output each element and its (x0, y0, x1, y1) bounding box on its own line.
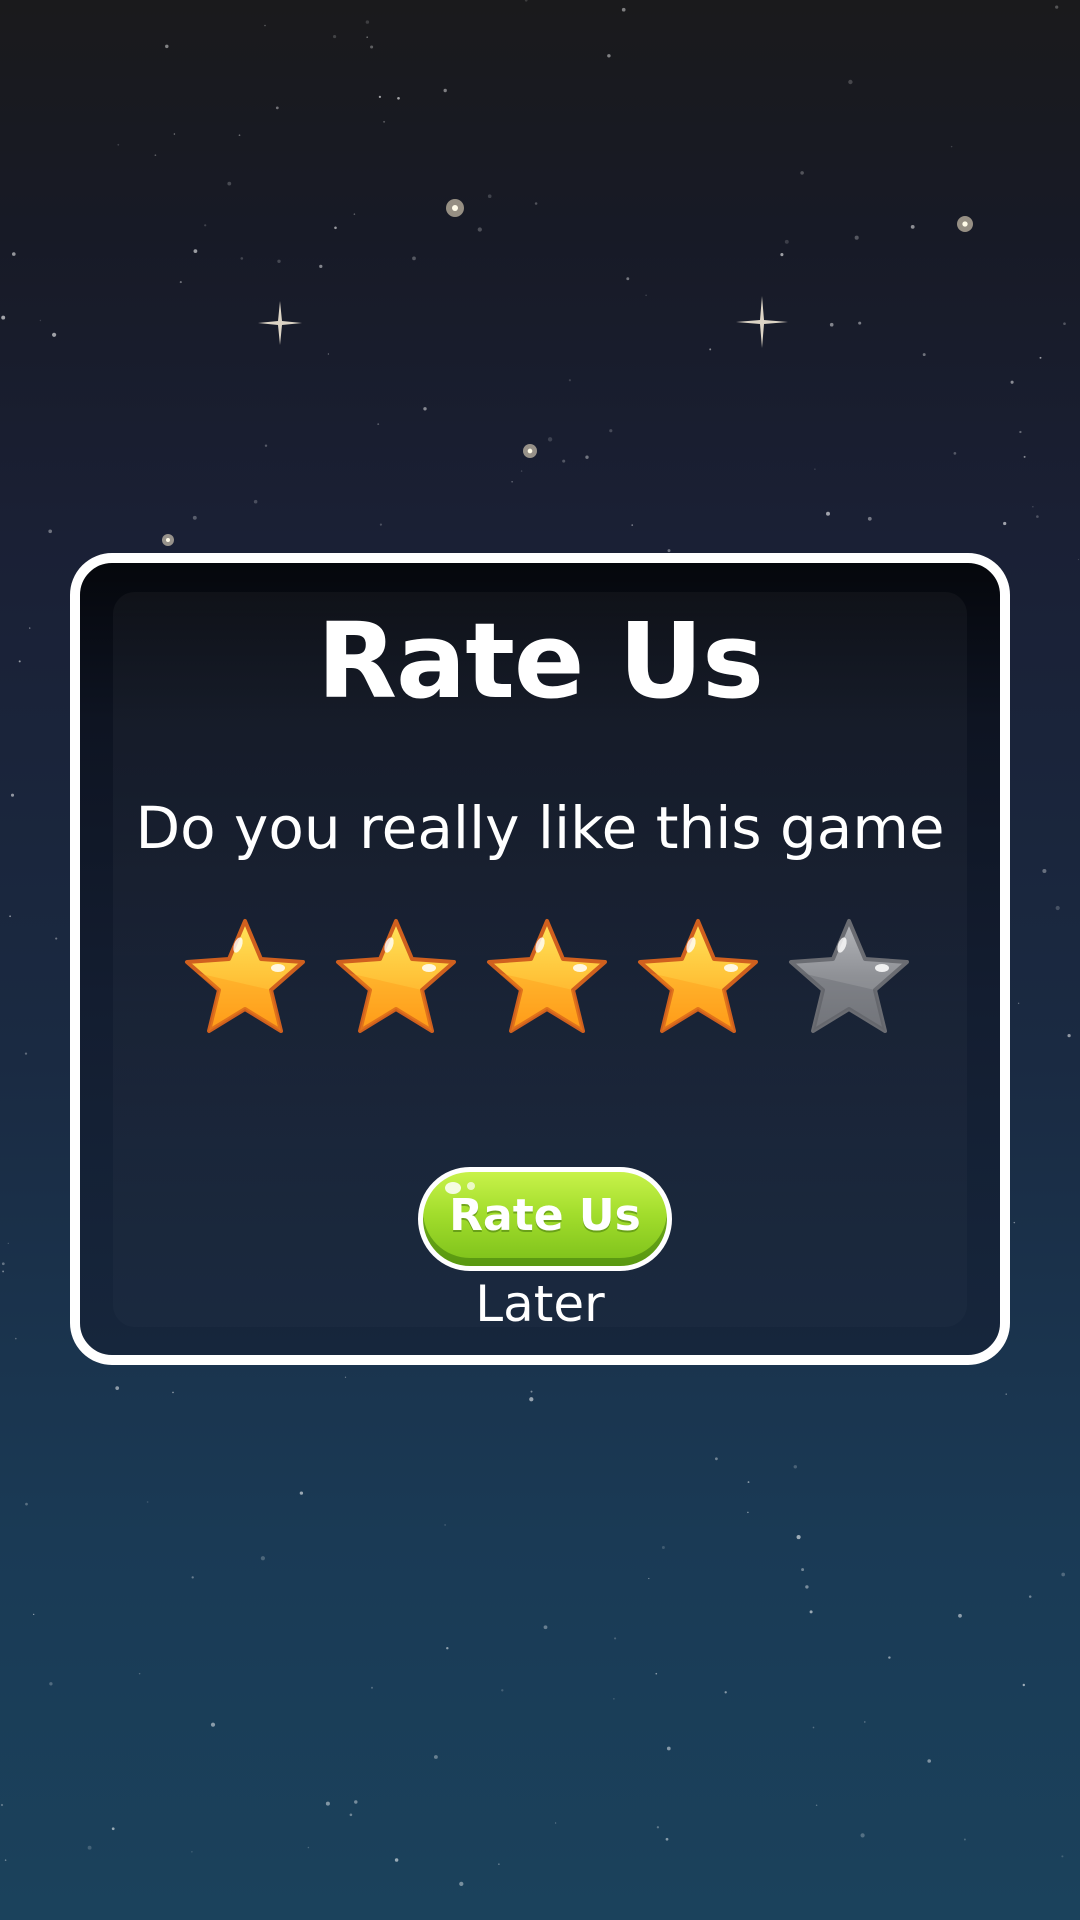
later-link[interactable]: Later (80, 1273, 1000, 1335)
rate-us-dialog: Rate Us Do you really like this game Rat… (70, 553, 1010, 1365)
dialog-title: Rate Us (316, 600, 764, 722)
rate-us-button-label: Rate Us (449, 1190, 641, 1241)
rate-us-button[interactable]: Rate Us (418, 1167, 672, 1271)
star-filled-icon[interactable] (477, 913, 617, 1053)
star-filled-icon[interactable] (326, 913, 466, 1053)
star-filled-icon[interactable] (628, 913, 768, 1053)
dialog-question: Do you really like this game (135, 794, 945, 862)
star-empty-icon[interactable] (779, 913, 919, 1053)
star-rating[interactable] (175, 913, 909, 1053)
star-filled-icon[interactable] (175, 913, 315, 1053)
